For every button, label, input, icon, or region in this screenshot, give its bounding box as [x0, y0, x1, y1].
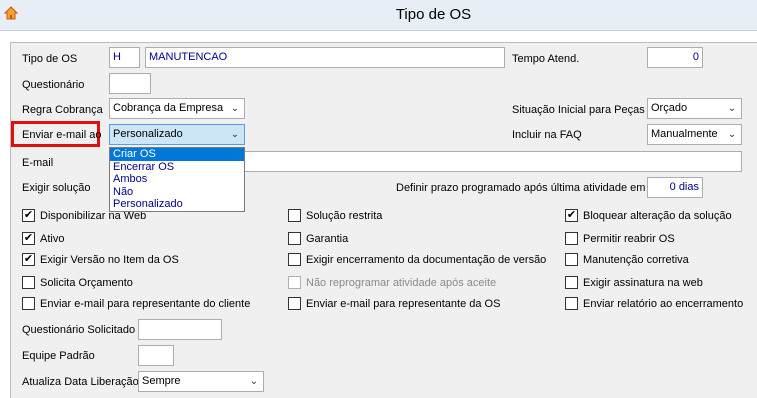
checkbox-empty-icon[interactable]: [22, 276, 35, 289]
prazo-field[interactable]: 0 dias: [647, 177, 703, 198]
situacao-inicial-select[interactable]: Orçado ⌄: [647, 98, 742, 119]
checkbox-option[interactable]: Manutenção corretiva: [565, 253, 689, 267]
title-bar: Tipo de OS: [0, 0, 757, 31]
atualiza-data-value: Sempre: [142, 375, 181, 387]
checkbox-label: Enviar e-mail para representante do clie…: [40, 298, 251, 310]
tipo-os-code-field[interactable]: H: [109, 47, 140, 68]
checkbox-empty-icon[interactable]: [565, 276, 578, 289]
tempo-atend-field[interactable]: 0: [647, 47, 703, 68]
checkbox-label: Não reprogramar atividade após aceite: [306, 277, 497, 289]
checkbox-label: Exigir encerramento da documentação de v…: [306, 254, 547, 266]
questionario-label: Questionário: [22, 79, 85, 91]
chevron-down-icon: ⌄: [249, 376, 259, 387]
tipo-os-label: Tipo de OS: [22, 53, 78, 65]
equipe-padrao-field[interactable]: [138, 345, 174, 366]
enviar-email-value: Personalizado: [113, 128, 183, 140]
checkbox-empty-icon[interactable]: [288, 276, 301, 289]
checkbox-label: Enviar e-mail para representante da OS: [306, 298, 501, 310]
window-title: Tipo de OS: [395, 6, 472, 23]
checkbox-option[interactable]: Exigir encerramento da documentação de v…: [288, 253, 546, 267]
checkbox-label: Permitir reabrir OS: [583, 233, 675, 245]
checkbox-option[interactable]: Não reprogramar atividade após aceite: [288, 276, 496, 290]
incluir-faq-value: Manualmente: [651, 128, 718, 140]
checkbox-empty-icon[interactable]: [288, 297, 301, 310]
email-label: E-mail: [22, 157, 54, 169]
dropdown-option[interactable]: Encerrar OS: [110, 161, 244, 174]
checkbox-option[interactable]: Exigir assinatura na web: [565, 276, 703, 290]
regra-cobranca-select[interactable]: Cobrança da Empresa ⌄: [109, 98, 245, 119]
checkbox-option[interactable]: Permitir reabrir OS: [565, 232, 675, 246]
incluir-faq-select[interactable]: Manualmente ⌄: [647, 124, 742, 145]
checkbox-label: Bloquear alteração da solução: [583, 210, 732, 222]
prazo-label: Definir prazo programado após última ati…: [396, 182, 646, 194]
chevron-down-icon: ⌄: [727, 129, 737, 140]
checkbox-checked-icon[interactable]: ✔: [565, 209, 578, 222]
situacao-inicial-label: Situação Inicial para Peças: [512, 104, 645, 116]
checkbox-label: Exigir assinatura na web: [583, 277, 703, 289]
checkbox-empty-icon[interactable]: [22, 297, 35, 310]
exigir-solucao-label: Exigir solução: [22, 182, 91, 194]
questionario-solicitado-field[interactable]: [138, 319, 222, 340]
checkbox-checked-icon[interactable]: ✔: [22, 232, 35, 245]
checkbox-label: Ativo: [40, 233, 65, 245]
atualiza-data-select[interactable]: Sempre ⌄: [138, 371, 264, 392]
checkbox-option[interactable]: Enviar e-mail para representante da OS: [288, 297, 500, 311]
chevron-down-icon: ⌄: [727, 103, 737, 114]
checkbox-option[interactable]: ✔ Exigir Versão no Item da OS: [22, 253, 179, 267]
questionario-solicitado-label: Questionário Solicitado: [22, 324, 136, 336]
checkbox-empty-icon[interactable]: [565, 253, 578, 266]
regra-cobranca-label: Regra Cobrança: [22, 104, 103, 116]
enviar-email-label: Enviar e-mail ao: [22, 129, 102, 141]
checkbox-checked-icon[interactable]: ✔: [22, 209, 35, 222]
enviar-email-dropdown-list[interactable]: Criar OS Encerrar OS Ambos Não Personali…: [109, 147, 245, 212]
regra-cobranca-value: Cobrança da Empresa: [113, 102, 224, 114]
equipe-padrao-label: Equipe Padrão: [22, 350, 95, 362]
checkbox-checked-icon[interactable]: ✔: [22, 253, 35, 266]
dropdown-option[interactable]: Ambos: [110, 173, 244, 186]
dropdown-option[interactable]: Personalizado: [110, 198, 244, 211]
checkbox-empty-icon[interactable]: [288, 209, 301, 222]
checkbox-label: Manutenção corretiva: [583, 254, 689, 266]
checkbox-empty-icon[interactable]: [565, 297, 578, 310]
checkbox-label: Solicita Orçamento: [40, 277, 133, 289]
checkbox-option[interactable]: Solução restrita: [288, 209, 382, 223]
atualiza-data-label: Atualiza Data Liberação: [22, 376, 139, 388]
dropdown-option[interactable]: Criar OS: [110, 148, 244, 161]
checkbox-empty-icon[interactable]: [288, 232, 301, 245]
checkbox-option[interactable]: Enviar e-mail para representante do clie…: [22, 297, 250, 311]
checkbox-label: Garantia: [306, 233, 349, 245]
checkbox-empty-icon[interactable]: [288, 253, 301, 266]
checkbox-label: Exigir Versão no Item da OS: [40, 254, 179, 266]
chevron-down-icon: ⌄: [230, 129, 240, 140]
tipo-os-name-field[interactable]: MANUTENCAO: [145, 47, 505, 68]
chevron-down-icon: ⌄: [230, 103, 240, 114]
dropdown-option[interactable]: Não: [110, 186, 244, 199]
questionario-field[interactable]: [109, 73, 151, 94]
checkbox-label: Solução restrita: [306, 210, 383, 222]
checkbox-option[interactable]: Enviar relatório ao encerramento: [565, 297, 743, 311]
enviar-email-select[interactable]: Personalizado ⌄: [109, 124, 245, 145]
checkbox-option[interactable]: Garantia: [288, 232, 348, 246]
checkbox-label: Enviar relatório ao encerramento: [583, 298, 744, 310]
checkbox-option[interactable]: ✔ Ativo: [22, 232, 64, 246]
checkbox-option[interactable]: ✔ Bloquear alteração da solução: [565, 209, 732, 223]
tempo-atend-label: Tempo Atend.: [512, 53, 580, 65]
incluir-faq-label: Incluir na FAQ: [512, 129, 582, 141]
checkbox-option[interactable]: Solicita Orçamento: [22, 276, 133, 290]
checkbox-empty-icon[interactable]: [565, 232, 578, 245]
situacao-inicial-value: Orçado: [651, 102, 688, 114]
